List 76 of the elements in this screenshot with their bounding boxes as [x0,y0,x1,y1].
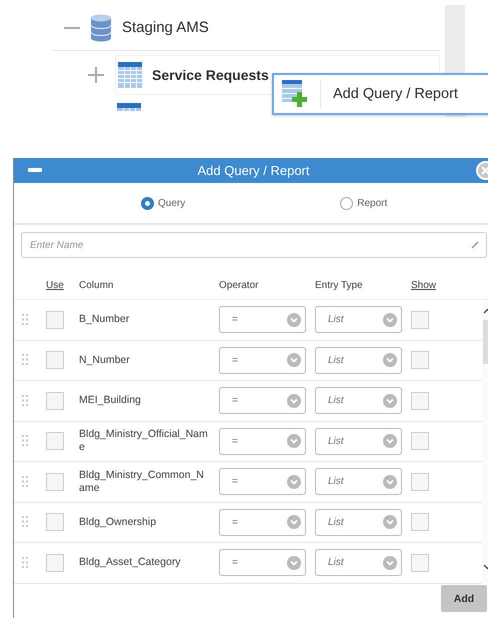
entry-type-select[interactable]: List [315,508,402,536]
show-checkbox[interactable] [411,432,429,450]
operator-select[interactable]: = [219,468,306,496]
radio-option[interactable]: Report [340,196,388,210]
show-checkbox[interactable] [411,513,429,532]
use-checkbox[interactable] [46,472,64,491]
use-checkbox[interactable] [46,310,64,329]
operator-select[interactable]: = [219,387,306,414]
tree-node-label[interactable]: Service Requests [152,67,269,83]
use-checkbox[interactable] [46,351,64,370]
show-checkbox[interactable] [411,392,429,410]
caret-icon [287,515,301,530]
add-button[interactable]: Add [441,585,487,612]
caret-icon [287,474,301,489]
column-header: Operator [219,280,258,291]
column-header[interactable]: Show [411,280,436,291]
caret-icon [383,515,397,530]
show-checkbox[interactable] [411,310,429,329]
table-icon [118,62,142,88]
entry-type-select[interactable]: List [315,387,402,414]
database-icon [90,14,112,42]
column-name: Bldg_Asset_Category [79,556,182,570]
show-checkbox[interactable] [411,554,429,572]
show-checkbox[interactable] [411,351,429,370]
name-field[interactable]: Enter Name [21,232,487,258]
operator-select[interactable]: = [219,508,306,536]
close-icon [481,166,488,175]
menu-item[interactable]: Add Query / Report [274,75,488,113]
radio-option[interactable]: Query [141,196,186,210]
column-name: Bldg_Ministry_Official_Name [79,428,209,454]
caret-icon [383,394,397,408]
caret-icon [383,434,397,448]
entry-type-select[interactable]: List [315,468,402,496]
entry-type-select[interactable]: List [315,346,402,374]
column-name: B_Number [79,313,130,326]
caret-icon [383,312,397,327]
drag-handle-icon[interactable] [22,476,28,488]
drag-handle-icon[interactable] [22,556,28,569]
caret-icon [383,474,397,489]
column-header: Entry Type [315,280,363,291]
caret-icon [383,556,397,570]
table-add-icon [282,80,308,108]
caret-icon [383,353,397,368]
expand-icon[interactable] [88,67,104,83]
column-name: MEI_Building [79,394,142,408]
use-checkbox[interactable] [46,513,64,532]
drag-handle-icon[interactable] [22,516,28,528]
use-checkbox[interactable] [46,392,64,410]
entry-type-select[interactable]: List [315,428,402,455]
tree-node-label[interactable]: Staging AMS [122,19,209,36]
minimize-button[interactable] [28,168,42,172]
pencil-icon [471,241,479,249]
drag-handle-icon[interactable] [22,354,28,366]
drag-handle-icon[interactable] [22,394,28,407]
operator-select[interactable]: = [219,346,306,374]
drag-handle-icon[interactable] [22,314,28,326]
use-checkbox[interactable] [46,432,64,450]
entry-type-select[interactable]: List [315,549,402,576]
column-header: Column [79,280,114,291]
caret-icon [287,312,301,327]
drag-handle-icon[interactable] [22,435,28,448]
dialog-title: Add Query / Report [198,163,310,178]
entry-type-select[interactable]: List [315,306,402,334]
column-name: Bldg_Ownership [79,516,158,529]
caret-icon [287,394,301,408]
caret-icon [287,434,301,448]
caret-icon [287,556,301,570]
column-header[interactable]: Use [46,280,64,291]
column-name: Bldg_Ministry_Common_Name [79,468,205,495]
use-checkbox[interactable] [46,554,64,572]
operator-select[interactable]: = [219,306,306,334]
operator-select[interactable]: = [219,428,306,455]
caret-icon [287,353,301,368]
operator-select[interactable]: = [219,549,306,576]
column-name: N_Number [79,354,131,367]
show-checkbox[interactable] [411,472,429,491]
